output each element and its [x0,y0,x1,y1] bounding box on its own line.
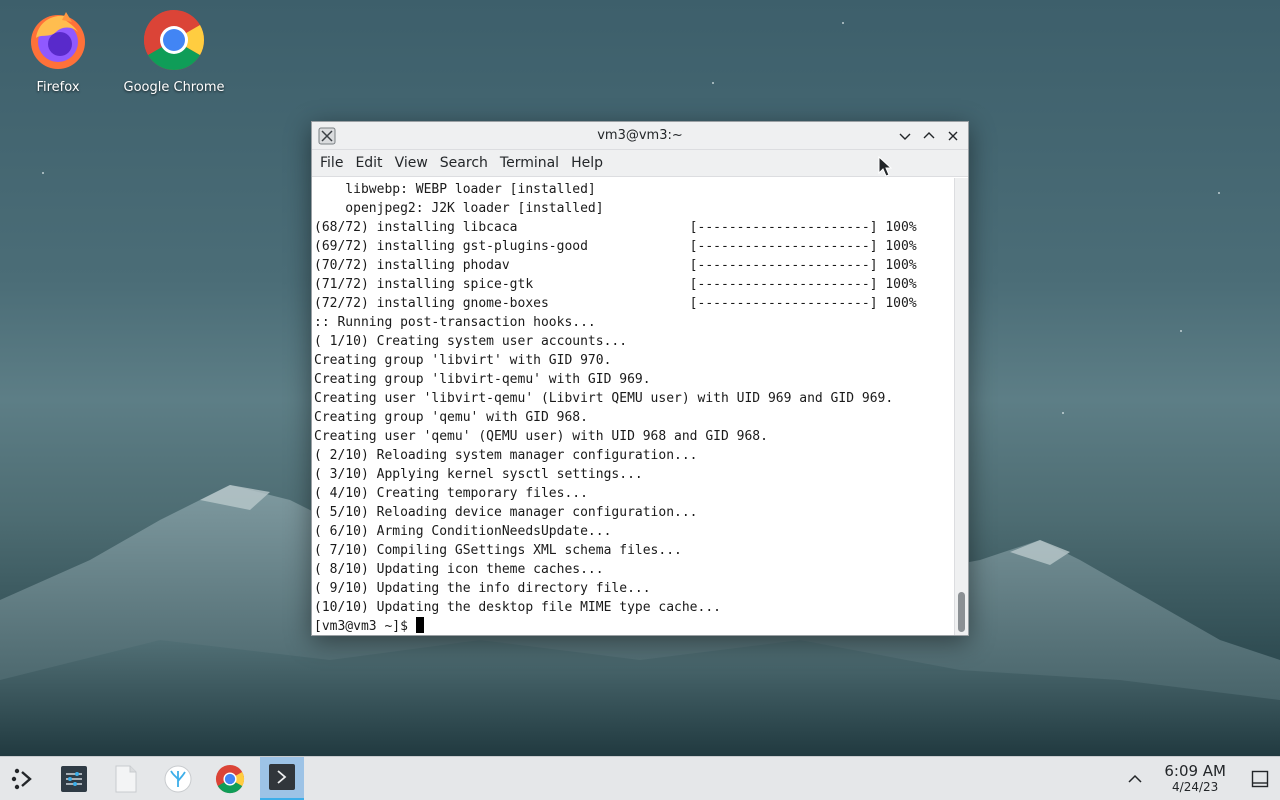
show-desktop-button[interactable] [1240,757,1280,800]
terminal-line: libwebp: WEBP loader [installed] [314,182,596,197]
firefox-icon [31,12,85,69]
desktop-icon-label: Google Chrome [123,80,225,95]
terminal-line: Creating user 'qemu' (QEMU user) with UI… [314,429,768,444]
chrome-icon [143,9,205,71]
terminal-line: (70/72) installing phodav [-------------… [314,258,917,273]
menubar: File Edit View Search Terminal Help [312,150,968,177]
chevron-down-icon [899,133,911,140]
desktop-icon-firefox[interactable]: Firefox [3,8,113,95]
mouse-pointer-icon [878,156,892,177]
terminal-window[interactable]: vm3@vm3:~ File Edit View Search Terminal… [311,121,969,636]
desktop-icon-label: Firefox [36,80,80,95]
terminal-line: Creating group 'libvirt' with GID 970. [314,353,612,368]
taskbar-terminal[interactable] [260,756,304,800]
terminal-line: ( 4/10) Creating temporary files... [314,486,588,501]
text-cursor [415,617,424,633]
terminal-line: (72/72) installing gnome-boxes [--------… [314,296,917,311]
maximize-button[interactable] [920,127,938,145]
terminal-line: ( 5/10) Reloading device manager configu… [314,505,698,520]
terminal-line: openjpeg2: J2K loader [installed] [314,201,604,216]
app-launcher-button[interactable] [0,757,44,800]
clock-time: 6:09 AM [1164,762,1226,780]
terminal-prompt-line[interactable]: [vm3@vm3 ~]$ [314,617,954,635]
system-tray: 6:09 AM 4/24/23 [1120,757,1280,800]
files-icon [115,765,137,792]
scrollbar-thumb[interactable] [958,592,965,632]
taskbar-settings[interactable] [52,757,96,800]
terminal-app-icon [318,127,336,144]
star [842,22,844,24]
terminal-line: Creating group 'libvirt-qemu' with GID 9… [314,372,651,387]
window-titlebar[interactable]: vm3@vm3:~ [312,122,968,150]
menu-file[interactable]: File [314,150,349,177]
settings-icon [61,765,87,792]
minimize-button[interactable] [896,127,914,145]
close-button[interactable] [944,127,962,145]
star [712,82,714,84]
window-title: vm3@vm3:~ [597,128,683,143]
star [1062,412,1064,414]
chevron-up-icon [923,131,935,138]
terminal-line: (10/10) Updating the desktop file MIME t… [314,600,721,615]
terminal-line: ( 3/10) Applying kernel sysctl settings.… [314,467,643,482]
terminal-line: ( 6/10) Arming ConditionNeedsUpdate... [314,524,612,539]
chrome-icon [215,764,245,793]
terminal-line: Creating user 'libvirt-qemu' (Libvirt QE… [314,391,894,406]
clock-date: 4/24/23 [1172,780,1219,794]
clock[interactable]: 6:09 AM 4/24/23 [1164,762,1226,795]
shell-prompt: [vm3@vm3 ~]$ [314,619,416,634]
star [1218,192,1220,194]
terminal-line: ( 1/10) Creating system user accounts... [314,334,628,349]
taskbar-files[interactable] [104,757,148,800]
menu-terminal[interactable]: Terminal [494,150,565,177]
menu-help[interactable]: Help [565,150,609,177]
chevron-up-icon [1128,774,1142,783]
taskbar-discover[interactable] [156,757,200,800]
menu-search[interactable]: Search [434,150,494,177]
menu-edit[interactable]: Edit [349,150,388,177]
terminal-line: ( 7/10) Compiling GSettings XML schema f… [314,543,682,558]
close-icon [948,131,958,140]
discover-icon [164,765,192,792]
terminal-line: ( 2/10) Reloading system manager configu… [314,448,698,463]
terminal-line: (69/72) installing gst-plugins-good [---… [314,239,917,254]
taskbar: 6:09 AM 4/24/23 [0,756,1280,800]
show-desktop-icon [1251,770,1269,787]
terminal-line: ( 8/10) Updating icon theme caches... [314,562,604,577]
terminal-scrollbar[interactable] [954,178,968,635]
terminal-line: ( 9/10) Updating the info directory file… [314,581,651,596]
menu-view[interactable]: View [389,150,434,177]
terminal-line: (68/72) installing libcaca [------------… [314,220,917,235]
terminal-line: :: Running post-transaction hooks... [314,315,596,330]
terminal-line: Creating group 'qemu' with GID 968. [314,410,588,425]
tray-expand-button[interactable] [1120,757,1150,800]
terminal-output[interactable]: libwebp: WEBP loader [installed] openjpe… [312,178,954,635]
app-launcher-icon [11,768,32,789]
terminal-icon [269,764,295,790]
desktop-icon-google-chrome[interactable]: Google Chrome [119,8,229,95]
taskbar-chrome[interactable] [208,757,252,800]
star [42,172,44,174]
star [1180,330,1182,332]
terminal-line: (71/72) installing spice-gtk [----------… [314,277,917,292]
